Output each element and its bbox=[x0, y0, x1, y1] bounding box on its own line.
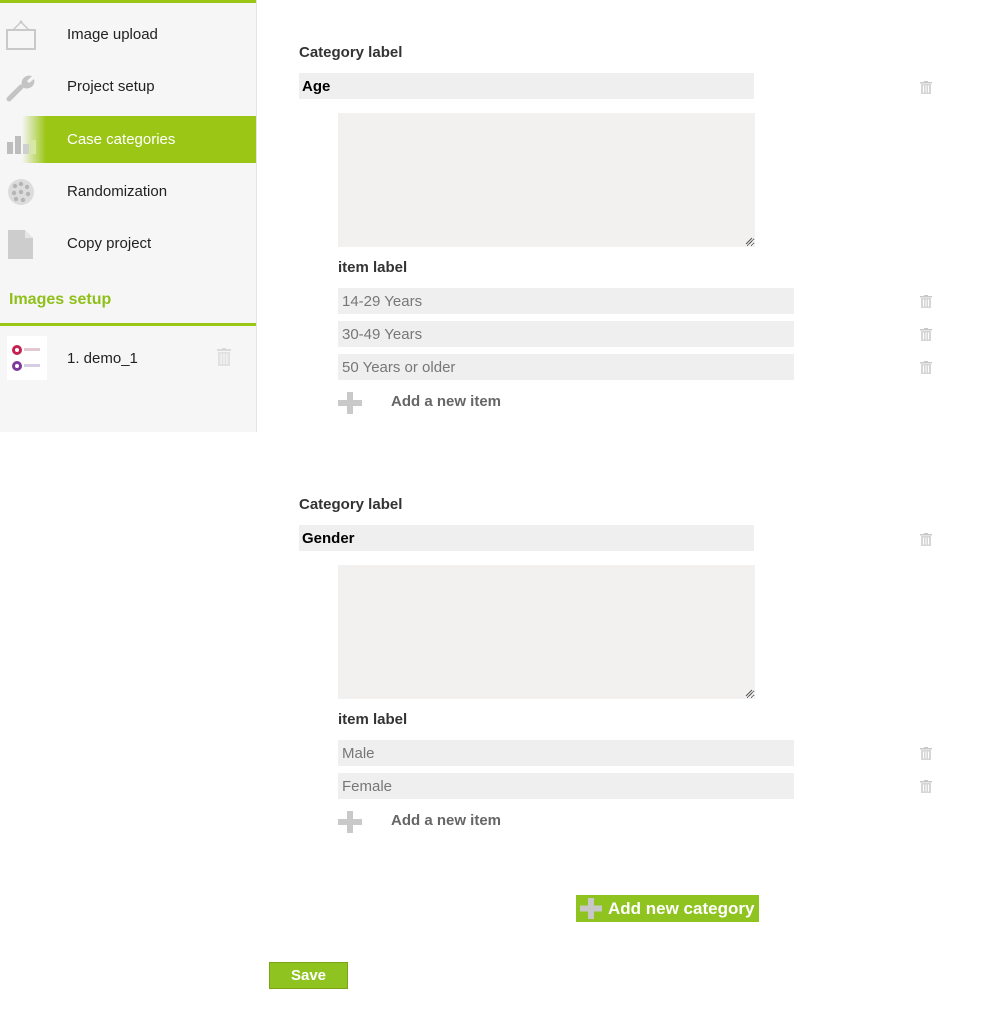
image-thumbnail bbox=[7, 336, 47, 380]
category-description-wrap bbox=[338, 565, 755, 699]
sidebar-item-project-setup[interactable]: Project setup bbox=[0, 63, 256, 110]
category-label-title: Category label bbox=[299, 44, 403, 61]
bar-chart-icon bbox=[5, 124, 37, 156]
delete-item-icon[interactable] bbox=[920, 361, 932, 374]
sidebar-top-rule bbox=[0, 0, 256, 3]
sidebar-item-image-upload[interactable]: Image upload bbox=[0, 11, 256, 58]
sidebar-item-label: Project setup bbox=[67, 78, 155, 95]
add-item-label: Add a new item bbox=[391, 393, 502, 410]
delete-item-icon[interactable] bbox=[920, 747, 932, 760]
sidebar-item-copy-project[interactable]: Copy project bbox=[0, 220, 256, 267]
item-label-input[interactable] bbox=[338, 354, 794, 380]
add-item-button[interactable]: Add a new item bbox=[338, 390, 518, 414]
image-item-label: 1. demo_1 bbox=[67, 350, 138, 367]
category-label-title: Category label bbox=[299, 496, 403, 513]
item-label-input[interactable] bbox=[338, 321, 794, 347]
category-description-textarea[interactable] bbox=[338, 565, 755, 699]
image-upload-icon bbox=[5, 19, 37, 51]
category-label-input[interactable] bbox=[299, 525, 754, 551]
add-item-label: Add a new item bbox=[391, 812, 502, 829]
category-description-textarea[interactable] bbox=[338, 113, 755, 247]
category-description-wrap bbox=[338, 113, 755, 247]
sidebar-item-label: Case categories bbox=[67, 131, 176, 148]
images-setup-rule bbox=[0, 323, 256, 326]
sidebar: Image upload Project setup Case categori… bbox=[0, 0, 257, 432]
item-label-input[interactable] bbox=[338, 740, 794, 766]
plus-icon bbox=[580, 898, 602, 924]
save-button[interactable]: Save bbox=[269, 962, 348, 989]
delete-category-icon[interactable] bbox=[920, 533, 932, 546]
image-list-item[interactable]: 1. demo_1 bbox=[0, 334, 256, 384]
item-label-input[interactable] bbox=[338, 773, 794, 799]
delete-category-icon[interactable] bbox=[920, 81, 932, 94]
sidebar-item-label: Image upload bbox=[67, 26, 158, 43]
delete-item-icon[interactable] bbox=[920, 295, 932, 308]
images-setup-title: Images setup bbox=[9, 291, 112, 308]
item-label-title: item label bbox=[338, 259, 408, 276]
delete-image-icon[interactable] bbox=[217, 348, 231, 366]
plus-icon bbox=[338, 392, 362, 419]
sidebar-item-randomization[interactable]: Randomization bbox=[0, 168, 256, 215]
sidebar-item-label: Randomization bbox=[67, 183, 168, 200]
add-category-label: Add new category bbox=[608, 899, 755, 918]
category-label-input[interactable] bbox=[299, 73, 754, 99]
delete-item-icon[interactable] bbox=[920, 780, 932, 793]
add-item-button[interactable]: Add a new item bbox=[338, 809, 518, 833]
dice-icon bbox=[5, 176, 37, 208]
wrench-icon bbox=[5, 71, 37, 103]
plus-icon bbox=[338, 811, 362, 838]
delete-item-icon[interactable] bbox=[920, 328, 932, 341]
sidebar-item-case-categories[interactable]: Case categories bbox=[0, 116, 256, 163]
copy-document-icon bbox=[5, 228, 37, 260]
add-category-button[interactable]: Add new category bbox=[576, 895, 759, 922]
sidebar-item-label: Copy project bbox=[67, 235, 152, 252]
item-label-title: item label bbox=[338, 711, 408, 728]
item-label-input[interactable] bbox=[338, 288, 794, 314]
